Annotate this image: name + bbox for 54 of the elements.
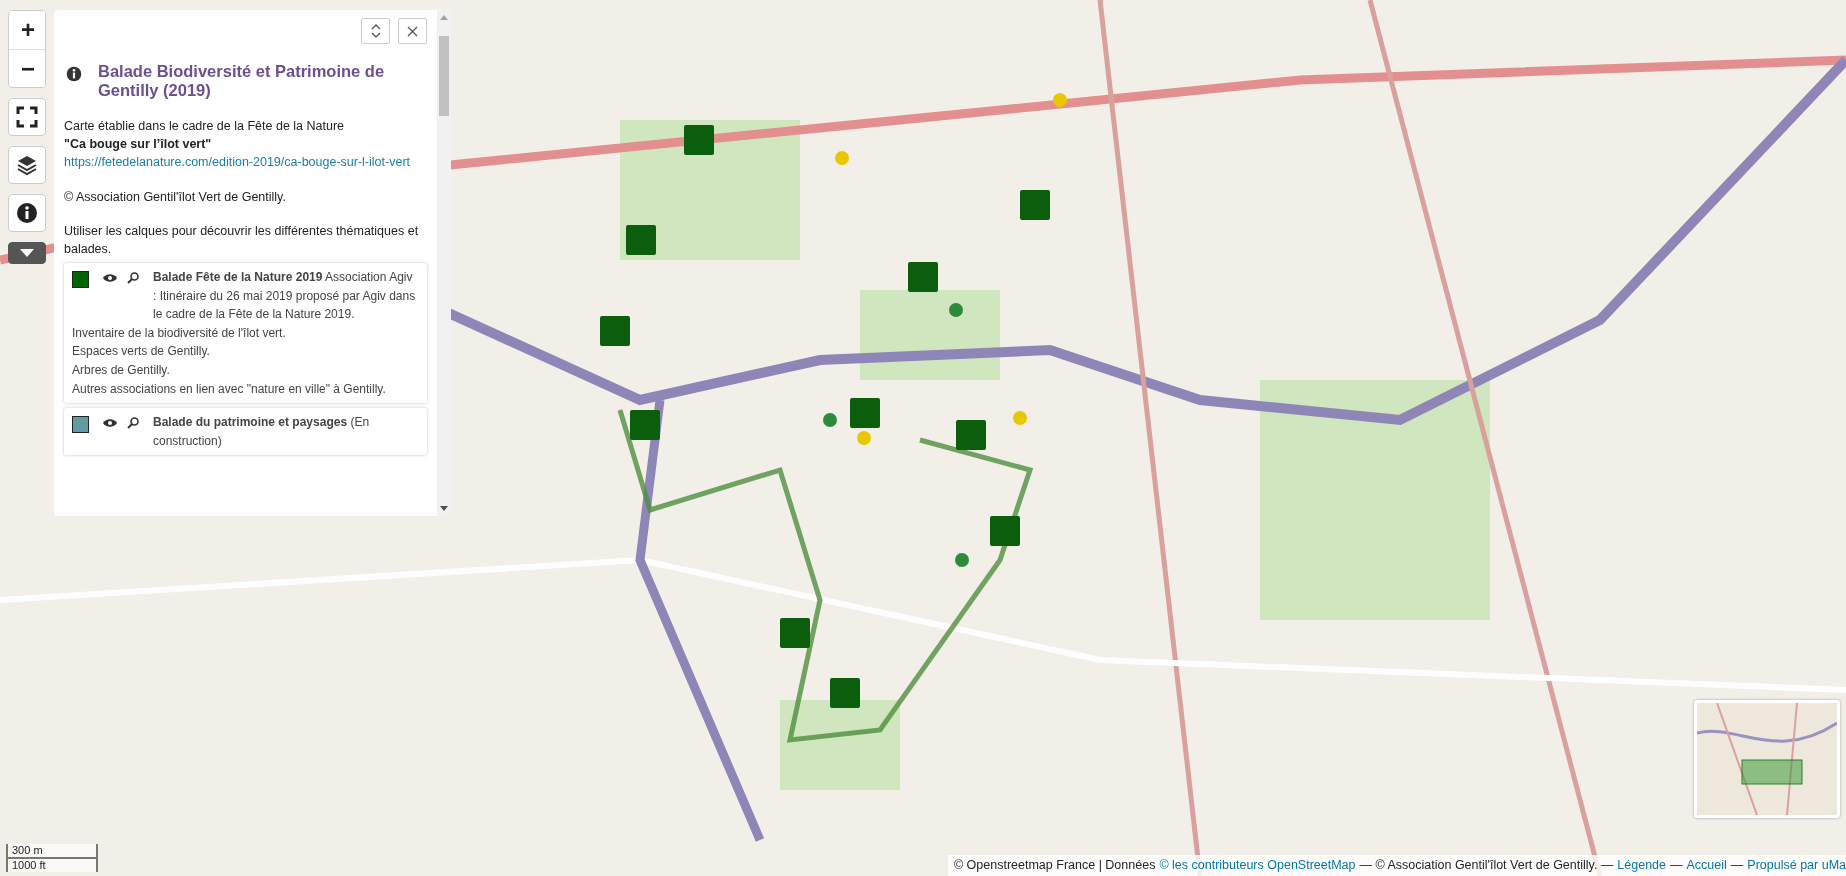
zoom-out-button[interactable]: − bbox=[9, 49, 45, 87]
map-marker[interactable] bbox=[684, 125, 714, 155]
layer-description-line: Autres associations en lien avec "nature en ville" à Gentilly. bbox=[72, 380, 387, 398]
layers-button[interactable] bbox=[8, 146, 46, 184]
fullscreen-icon bbox=[16, 106, 38, 128]
layer-description: Balade du patrimoine et paysages (En construction) bbox=[153, 414, 371, 450]
map-marker[interactable] bbox=[908, 262, 938, 292]
info-icon bbox=[66, 65, 82, 82]
attribution-link[interactable]: © les contributeurs OpenStreetMap bbox=[1159, 856, 1356, 875]
map-marker[interactable] bbox=[600, 316, 630, 346]
intro-text: Utiliser les calques pour découvrir les différentes thématiques et balades. bbox=[64, 222, 420, 258]
info-button[interactable] bbox=[8, 194, 46, 232]
map-marker[interactable] bbox=[850, 398, 880, 428]
map-marker[interactable] bbox=[630, 410, 660, 440]
map-marker[interactable] bbox=[780, 618, 810, 648]
scale-metric: 300 m bbox=[6, 844, 98, 859]
more-button[interactable] bbox=[8, 242, 46, 264]
map-marker[interactable] bbox=[1020, 190, 1050, 220]
map-pin[interactable] bbox=[823, 413, 837, 427]
expand-button[interactable] bbox=[361, 18, 390, 44]
map-pin[interactable] bbox=[949, 303, 963, 317]
event-link[interactable]: https://fetedelanature.com/edition-2019/ca-bouge-sur-l-ilot-vert bbox=[64, 155, 410, 170]
map-pin[interactable] bbox=[955, 553, 969, 567]
fullscreen-button[interactable] bbox=[8, 98, 46, 136]
attribution-link[interactable]: Propulsé par uMa bbox=[1747, 856, 1846, 875]
intro-text: Carte établie dans le cadre de la Fête de la Nature bbox=[64, 118, 346, 136]
map-marker[interactable] bbox=[956, 420, 986, 450]
map-marker[interactable] bbox=[626, 225, 656, 255]
scroll-down-icon[interactable] bbox=[440, 506, 448, 511]
scale-imperial: 1000 ft bbox=[6, 857, 98, 872]
scroll-up-icon[interactable] bbox=[440, 15, 448, 20]
close-icon bbox=[407, 25, 418, 37]
layer-description: Balade Fête de la Nature 2019 Association Agiv : Itinéraire du 26 mai 2019 proposé par Agiv dans le cadre de la Fête de la Nature 2019. bbox=[153, 268, 417, 324]
panel-title: Balade Biodiversité et Patrimoine de Gentilly (2019) bbox=[98, 61, 386, 102]
caret-icon bbox=[20, 249, 34, 257]
layer-description-line: Inventaire de la biodiversité de l'îlot vert. bbox=[72, 324, 287, 342]
attribution-text: © Openstreetmap France | Données bbox=[953, 857, 1156, 875]
close-button[interactable] bbox=[398, 18, 427, 44]
layer-description-line: Arbres de Gentilly. bbox=[72, 361, 171, 379]
map-pin[interactable] bbox=[1053, 93, 1067, 107]
layers-icon bbox=[15, 153, 39, 177]
attribution-text: — © Association Gentil'îlot Vert de Gentilly. — bbox=[1359, 857, 1614, 875]
chevrons-icon bbox=[370, 24, 381, 38]
intro-text: © Association Gentil'îlot Vert de Gentilly. bbox=[64, 188, 287, 206]
tagline: "Ca bouge sur l’îlot vert" bbox=[64, 136, 213, 154]
map-marker[interactable] bbox=[830, 678, 860, 708]
attribution-link[interactable]: Accueil bbox=[1686, 856, 1727, 875]
attribution-link[interactable]: Légende bbox=[1617, 856, 1667, 875]
layer-description-line: Espaces verts de Gentilly. bbox=[72, 343, 211, 361]
attribution-text: — bbox=[1670, 857, 1683, 875]
attribution-text: — bbox=[1730, 857, 1744, 875]
map-marker[interactable] bbox=[990, 516, 1020, 546]
scrollbar-thumb[interactable] bbox=[439, 36, 449, 116]
info-icon bbox=[16, 202, 38, 224]
